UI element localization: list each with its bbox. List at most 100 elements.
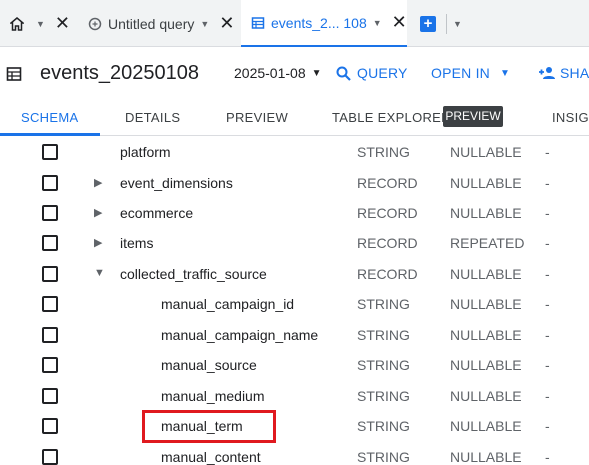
chevron-down-icon[interactable]: ▼ <box>373 18 382 28</box>
row-checkbox[interactable] <box>42 327 58 343</box>
open-in-label: OPEN IN <box>431 65 490 81</box>
field-name: manual_campaign_id <box>161 296 295 312</box>
schema-row: manual_campaign_id STRING NULLABLE - <box>0 289 589 319</box>
close-icon[interactable]: ✕ <box>55 13 70 34</box>
field-name: manual_content <box>161 449 261 465</box>
field-mode: NULLABLE <box>450 327 522 343</box>
tab-strip: ▼ ✕ Untitled query ▼ ✕ events_2... 108 ▼… <box>0 0 589 47</box>
tab-schema[interactable]: SCHEMA <box>21 110 78 125</box>
row-checkbox[interactable] <box>42 388 58 404</box>
tab-events-table[interactable]: events_2... 108 ▼ ✕ <box>241 0 407 47</box>
schema-row: manual_source STRING NULLABLE - <box>0 350 589 380</box>
chevron-right-icon[interactable]: ▶ <box>94 206 102 219</box>
tab-preview[interactable]: PREVIEW <box>226 110 288 125</box>
tab-table-explorer[interactable]: TABLE EXPLORER <box>332 110 451 125</box>
field-type: STRING <box>357 449 410 465</box>
tab-label: events_2... 108 <box>271 14 367 31</box>
query-label: QUERY <box>357 65 408 81</box>
chevron-down-icon: ▼ <box>311 67 322 79</box>
tab-untitled-query[interactable]: Untitled query ▼ ✕ <box>80 0 240 47</box>
field-type: STRING <box>357 327 410 343</box>
field-name: manual_source <box>161 357 257 373</box>
field-description: - <box>545 175 550 191</box>
field-name: items <box>120 235 154 251</box>
field-mode: NULLABLE <box>450 266 522 282</box>
field-type: STRING <box>357 388 410 404</box>
field-type: STRING <box>357 357 410 373</box>
schema-row: manual_campaign_name STRING NULLABLE - <box>0 320 589 350</box>
schema-row: manual_medium STRING NULLABLE - <box>0 381 589 411</box>
schema-row: ▼ collected_traffic_source RECORD NULLAB… <box>0 259 589 289</box>
preview-badge: PREVIEW <box>443 106 503 127</box>
field-description: - <box>545 357 550 373</box>
field-mode: NULLABLE <box>450 418 522 434</box>
chevron-right-icon[interactable]: ▶ <box>94 236 102 249</box>
close-icon[interactable]: ✕ <box>392 12 407 33</box>
row-checkbox[interactable] <box>42 418 58 434</box>
field-description: - <box>545 266 550 282</box>
row-checkbox[interactable] <box>42 144 58 160</box>
field-mode: NULLABLE <box>450 357 522 373</box>
chevron-down-icon[interactable]: ▼ <box>200 19 209 29</box>
home-icon <box>10 16 24 31</box>
field-mode: NULLABLE <box>450 296 522 312</box>
add-tab-icon[interactable]: + <box>420 15 436 32</box>
query-button[interactable]: QUERY <box>336 65 408 81</box>
field-type: RECORD <box>357 205 418 221</box>
schema-row: ▶ items RECORD REPEATED - <box>0 228 589 258</box>
field-description: - <box>545 235 550 251</box>
field-name: ecommerce <box>120 205 194 221</box>
field-mode: NULLABLE <box>450 144 522 160</box>
row-checkbox[interactable] <box>42 175 58 191</box>
field-description: - <box>545 449 550 465</box>
field-mode: NULLABLE <box>450 205 522 221</box>
field-type: STRING <box>357 144 410 160</box>
schema-row: platform STRING NULLABLE - <box>0 137 589 167</box>
field-mode: NULLABLE <box>450 449 522 465</box>
field-mode: REPEATED <box>450 235 525 251</box>
field-name: platform <box>120 144 171 160</box>
add-person-icon <box>538 66 556 80</box>
share-button[interactable]: SHA <box>538 65 589 81</box>
chevron-right-icon[interactable]: ▶ <box>94 176 102 189</box>
tab-home[interactable]: ▼ ✕ <box>0 0 74 47</box>
page-title: events_20250108 <box>40 62 200 84</box>
row-checkbox[interactable] <box>42 296 58 312</box>
chevron-down-icon[interactable]: ▼ <box>94 267 105 279</box>
field-name: manual_medium <box>161 388 265 404</box>
field-mode: NULLABLE <box>450 175 522 191</box>
row-checkbox[interactable] <box>42 266 58 282</box>
row-checkbox[interactable] <box>42 357 58 373</box>
tab-insights[interactable]: INSIG <box>552 110 589 125</box>
highlight-box <box>142 410 276 443</box>
field-type: STRING <box>357 418 410 434</box>
tab-label: Untitled query <box>108 15 195 32</box>
add-tab-button[interactable]: + ▼ <box>414 0 466 47</box>
share-label: SHA <box>560 65 589 81</box>
field-description: - <box>545 388 550 404</box>
chevron-down-icon: ▼ <box>499 67 511 79</box>
tab-details[interactable]: DETAILS <box>125 110 180 125</box>
date-select[interactable]: 2025-01-08 ▼ <box>234 65 322 81</box>
field-type: STRING <box>357 296 410 312</box>
row-checkbox[interactable] <box>42 235 58 251</box>
divider <box>446 13 447 34</box>
field-type: RECORD <box>357 266 418 282</box>
field-description: - <box>545 205 550 221</box>
active-tab-indicator <box>0 133 100 136</box>
field-description: - <box>545 296 550 312</box>
row-checkbox[interactable] <box>42 449 58 465</box>
field-name: event_dimensions <box>120 175 233 191</box>
field-name: manual_campaign_name <box>161 327 319 343</box>
field-description: - <box>545 418 550 434</box>
search-icon <box>336 66 351 81</box>
chevron-down-icon[interactable]: ▼ <box>453 19 462 29</box>
field-type: RECORD <box>357 175 418 191</box>
open-in-button[interactable]: OPEN IN ▼ <box>431 65 510 81</box>
chevron-down-icon[interactable]: ▼ <box>36 19 45 29</box>
field-mode: NULLABLE <box>450 388 522 404</box>
field-name: collected_traffic_source <box>120 266 267 282</box>
row-checkbox[interactable] <box>42 205 58 221</box>
field-type: RECORD <box>357 235 418 251</box>
close-icon[interactable]: ✕ <box>219 13 234 34</box>
